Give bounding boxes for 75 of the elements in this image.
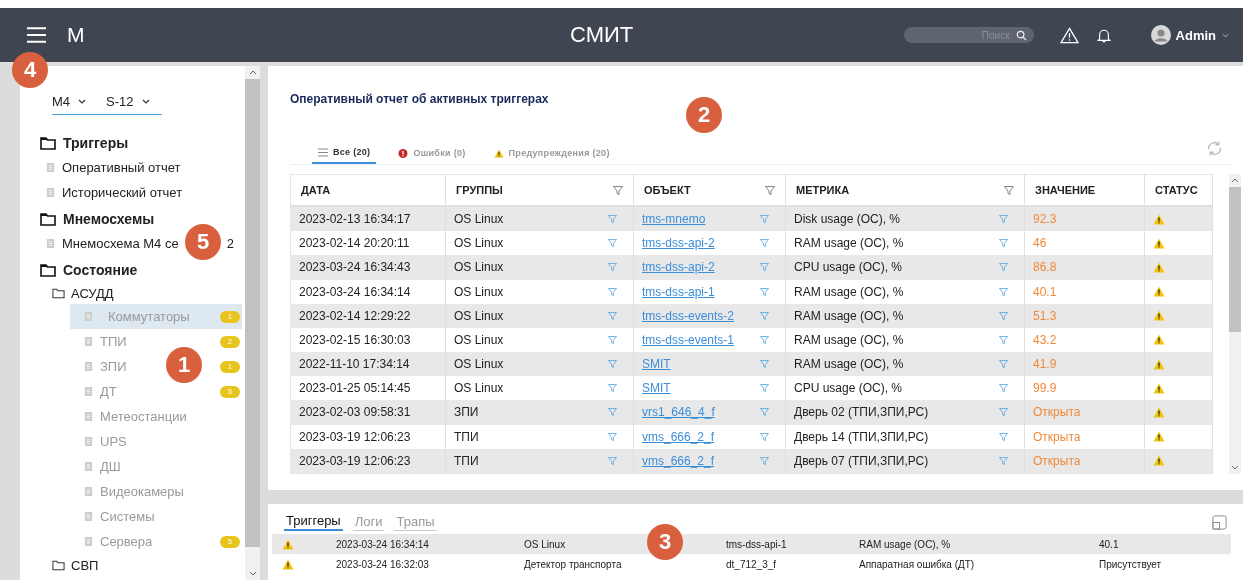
- table-cell: 86.8: [1024, 255, 1145, 280]
- table-cell: dt_712_3_f: [726, 558, 777, 570]
- table-cell: Дверь 02 (ТПИ,ЗПИ,РС): [794, 405, 929, 420]
- table-cell: Детектор транспорта: [524, 558, 622, 570]
- table-cell: Присутствует: [1099, 558, 1162, 570]
- object-link[interactable]: tms-dss-events-1: [642, 332, 735, 347]
- object-link[interactable]: tms-dss-api-1: [642, 284, 715, 299]
- app-logo: M: [67, 23, 85, 47]
- table-cell: ТПИ: [454, 429, 479, 444]
- object-link[interactable]: tms-dss-api-2: [642, 236, 715, 251]
- table-cell: CPU usage (ОС), %: [794, 381, 903, 396]
- table-cell: RAM usage (ОС), %: [794, 236, 904, 251]
- tree-section[interactable]: Мнемосхемы: [63, 211, 155, 227]
- tree-section[interactable]: Состояние: [63, 262, 138, 278]
- table-cell: OS Linux: [454, 357, 504, 372]
- tree-folder[interactable]: АСУДД: [71, 285, 114, 301]
- table-cell: RAM usage (ОС), %: [859, 538, 951, 550]
- table-cell: 2023-03-19 12:06:23: [290, 448, 446, 474]
- table-cell: 92.3: [1024, 206, 1145, 232]
- table-cell: OS Linux: [454, 260, 504, 275]
- panel-tab[interactable]: Триггеры: [284, 513, 343, 531]
- table-cell: 2022-11-10 17:34:14: [290, 352, 446, 377]
- table-cell: 2023-03-24 16:34:14: [336, 538, 429, 550]
- table-cell: OS Linux: [454, 332, 504, 347]
- table-cell: RAM usage (ОС), %: [794, 284, 904, 299]
- tree-item-tail: 2: [226, 236, 234, 251]
- table-cell: 41.9: [1024, 352, 1145, 377]
- table-cell: OS Linux: [454, 381, 504, 396]
- table-cell: Открыта: [1024, 448, 1145, 474]
- table-cell: Аппаратная ошибка (ДТ): [859, 558, 975, 570]
- filter-tab[interactable]: Ошибки (0): [392, 142, 472, 164]
- object-link[interactable]: SMIT: [642, 357, 671, 372]
- table-cell: RAM usage (ОС), %: [794, 357, 904, 372]
- table-cell: 2023-03-19 12:06:23: [290, 424, 446, 449]
- tree-section[interactable]: Триггеры: [63, 135, 129, 151]
- table-cell: Открыта: [1024, 424, 1145, 449]
- table-cell: Дверь 07 (ТПИ,ЗПИ,РС): [794, 453, 929, 468]
- table-cell: Дверь 14 (ТПИ,ЗПИ,РС): [794, 429, 929, 444]
- tree-item[interactable]: Исторический отчет: [62, 185, 183, 200]
- table-cell: 40.1: [1099, 538, 1119, 550]
- filter-tab[interactable]: Предупреждения (20): [487, 142, 616, 164]
- table-cell: CPU usage (ОС), %: [794, 260, 903, 275]
- table-cell: 2023-03-24 16:32:03: [336, 558, 429, 570]
- table-cell: OS Linux: [454, 236, 504, 251]
- table-cell: tms-dss-api-1: [726, 538, 787, 550]
- table-cell: ТПИ: [454, 453, 479, 468]
- table-cell: 2023-03-24 16:34:43: [290, 255, 446, 280]
- dropdown[interactable]: M4: [52, 94, 87, 109]
- app-title: СМИТ: [570, 22, 634, 48]
- panel-tab[interactable]: Логи: [352, 513, 385, 531]
- table-cell: 2023-03-24 16:34:14: [290, 279, 446, 304]
- table-cell: Открыта: [1024, 400, 1145, 425]
- table-cell: ЗПИ: [454, 405, 479, 420]
- table-cell: 2023-02-13 16:34:17: [290, 206, 446, 232]
- table-cell: OS Linux: [524, 538, 566, 550]
- tree-folder[interactable]: СВП: [71, 557, 99, 573]
- dropdown[interactable]: S-12: [106, 94, 150, 109]
- user-menu[interactable]: Admin: [1175, 27, 1216, 43]
- tree-item[interactable]: Мнемосхема М4 се: [62, 236, 179, 251]
- panel-tab[interactable]: Трапы: [394, 513, 437, 531]
- tree-item[interactable]: Оперативный отчет: [62, 160, 181, 175]
- table-cell: RAM usage (ОС), %: [794, 332, 904, 347]
- table-cell: 40.1: [1024, 279, 1145, 304]
- filter-tab[interactable]: Все (20): [312, 142, 377, 164]
- object-link[interactable]: SMIT: [642, 381, 671, 396]
- object-link[interactable]: vms_666_2_f: [642, 429, 715, 444]
- table-cell: OS Linux: [454, 308, 504, 323]
- table-cell: 2023-02-03 09:58:31: [290, 400, 446, 425]
- table-cell: Disk usage (ОС), %: [794, 212, 901, 227]
- table-cell: 2023-02-14 12:29:22: [290, 303, 446, 328]
- table-cell: OS Linux: [454, 212, 504, 227]
- table-cell: RAM usage (ОС), %: [794, 308, 904, 323]
- table-cell: OS Linux: [454, 284, 504, 299]
- table-cell: 51.3: [1024, 303, 1145, 328]
- report-title: Оперативный отчет об активных триггерах: [290, 92, 550, 106]
